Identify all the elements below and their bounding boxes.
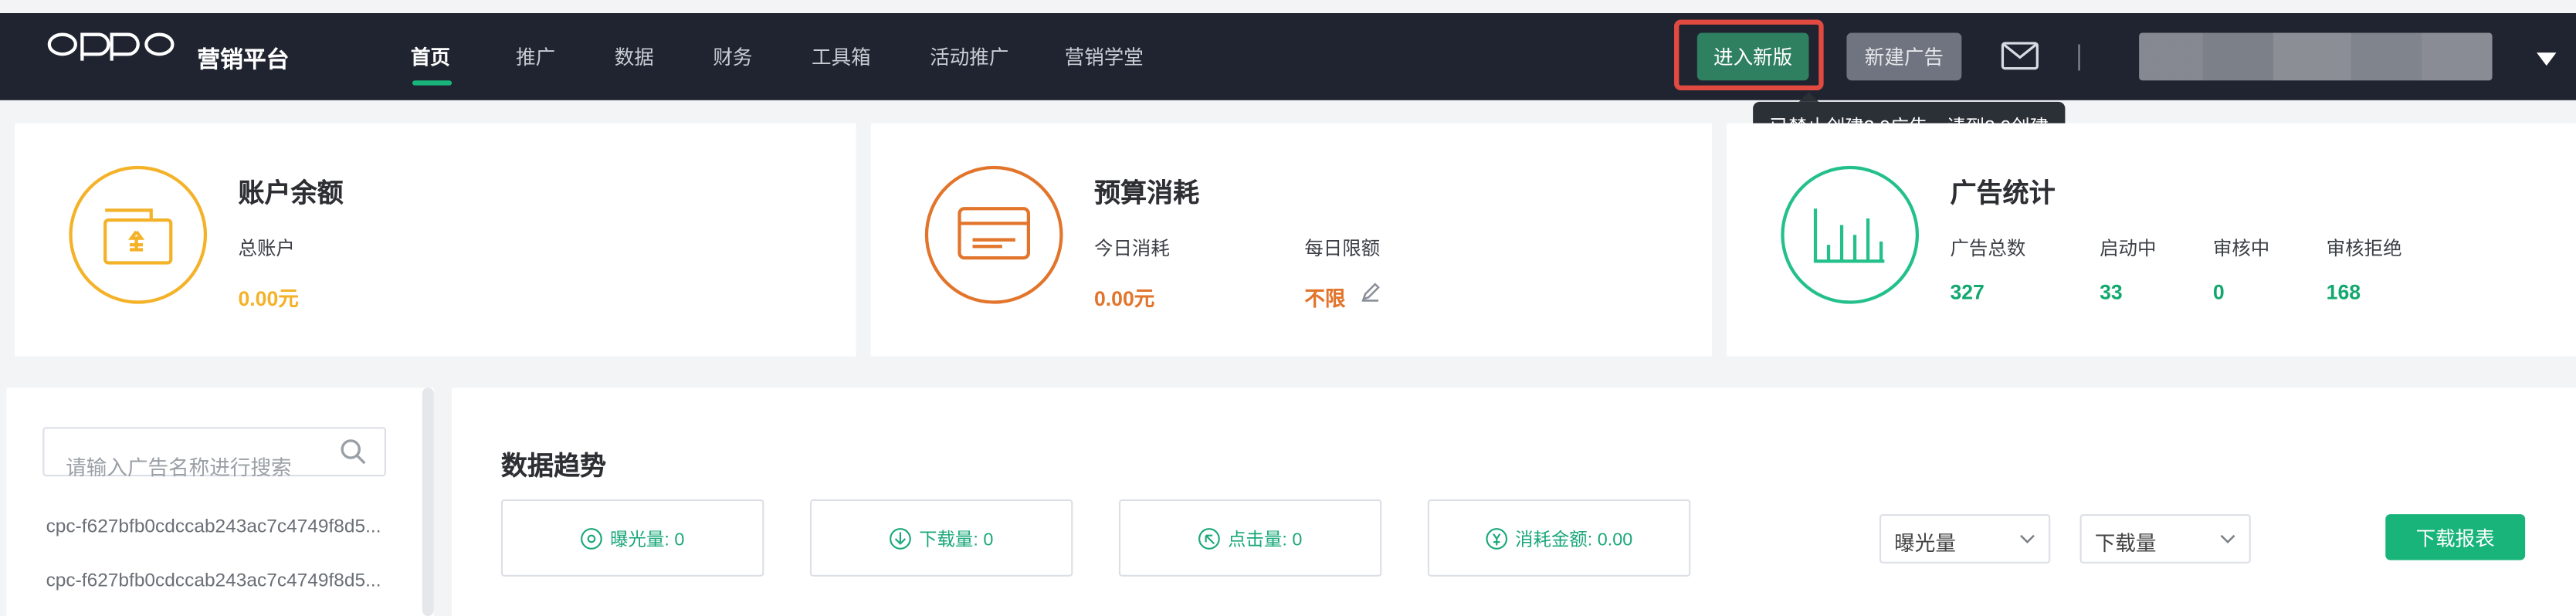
metric-select-2-value: 下载量 xyxy=(2094,532,2157,556)
ad-search-placeholder: 请输入广告名称进行搜索 xyxy=(66,456,292,480)
exposure-metric[interactable]: 曝光量: 0 xyxy=(500,499,764,577)
ad-review-label: 审核中 xyxy=(2212,239,2270,260)
search-icon[interactable] xyxy=(338,437,368,466)
ad-list-scrollbar[interactable] xyxy=(422,388,434,616)
ad-statistics-title: 广告统计 xyxy=(1950,181,2056,209)
download-icon xyxy=(890,527,912,549)
caret-down-icon[interactable] xyxy=(2537,52,2557,66)
page: 营销平台 首页 推广 数据 财务 工具箱 活动推广 营销学堂 进入新版 新建广告… xyxy=(0,0,2576,616)
enter-new-version-button[interactable]: 进入新版 xyxy=(1696,32,1809,81)
ad-list-item[interactable]: cpc-f627bfb0cdccab243ac7c4749f8d5... xyxy=(46,517,381,537)
nav-finance[interactable]: 财务 xyxy=(713,42,752,70)
platform-brand: 营销平台 xyxy=(197,46,290,73)
ad-review-value: 0 xyxy=(2212,280,2225,304)
bar-chart-icon xyxy=(1813,208,1885,263)
download-report-button[interactable]: 下载报表 xyxy=(2385,514,2526,560)
click-metric[interactable]: 点击量: 0 xyxy=(1118,499,1382,577)
yen-icon xyxy=(1486,527,1508,549)
nav-active-underline xyxy=(412,80,452,86)
nav-home[interactable]: 首页 xyxy=(411,42,450,70)
credit-card-icon xyxy=(958,207,1031,260)
metric-select-1-value: 曝光量 xyxy=(1894,532,1956,556)
exposure-metric-label: 曝光量: 0 xyxy=(610,530,685,550)
daily-limit-label: 每日限额 xyxy=(1304,239,1381,260)
chevron-down-icon[interactable] xyxy=(2019,530,2035,547)
today-consumption-value: 0.00元 xyxy=(1093,287,1155,311)
download-metric[interactable]: 下载量: 0 xyxy=(809,499,1073,577)
user-account-blurred[interactable] xyxy=(2139,32,2493,81)
topbar-divider xyxy=(2078,44,2080,71)
total-account-value: 0.00元 xyxy=(238,287,299,311)
click-icon xyxy=(1198,527,1221,549)
ad-list-item[interactable]: cpc-f627bfb0cdccab243ac7c4749f8d5... xyxy=(46,572,381,592)
nav-activity-promotion[interactable]: 活动推广 xyxy=(930,42,1008,70)
daily-limit-value: 不限 xyxy=(1304,287,1346,311)
spend-amount-metric[interactable]: 消耗金额: 0.00 xyxy=(1427,499,1691,577)
budget-consumption-title: 预算消耗 xyxy=(1093,181,1200,209)
ad-running-label: 启动中 xyxy=(2100,239,2157,260)
ad-total-value: 327 xyxy=(1950,280,1985,304)
oppo-logo xyxy=(47,32,175,61)
click-metric-label: 点击量: 0 xyxy=(1228,530,1303,550)
nav-data[interactable]: 数据 xyxy=(615,42,654,70)
create-ad-button[interactable]: 新建广告 xyxy=(1846,32,1962,81)
wallet-yen-icon xyxy=(103,208,173,265)
download-metric-label: 下载量: 0 xyxy=(919,530,994,550)
ad-rejected-value: 168 xyxy=(2326,280,2361,304)
data-trend-title: 数据趋势 xyxy=(500,453,607,482)
eye-icon xyxy=(581,527,603,549)
nav-marketing-academy[interactable]: 营销学堂 xyxy=(1065,42,1144,70)
ad-total-label: 广告总数 xyxy=(1950,239,2026,260)
edit-pencil-icon[interactable] xyxy=(1359,281,1382,304)
ad-running-value: 33 xyxy=(2100,280,2123,304)
chevron-down-icon[interactable] xyxy=(2219,530,2235,547)
mail-icon[interactable] xyxy=(2001,41,2039,70)
nav-toolbox[interactable]: 工具箱 xyxy=(812,42,871,70)
account-balance-title: 账户余额 xyxy=(238,181,344,209)
total-account-label: 总账户 xyxy=(238,239,295,260)
nav-promotion[interactable]: 推广 xyxy=(516,42,555,70)
spend-amount-metric-label: 消耗金额: 0.00 xyxy=(1515,530,1633,550)
today-consumption-label: 今日消耗 xyxy=(1093,239,1170,260)
ad-rejected-label: 审核拒绝 xyxy=(2326,239,2402,260)
